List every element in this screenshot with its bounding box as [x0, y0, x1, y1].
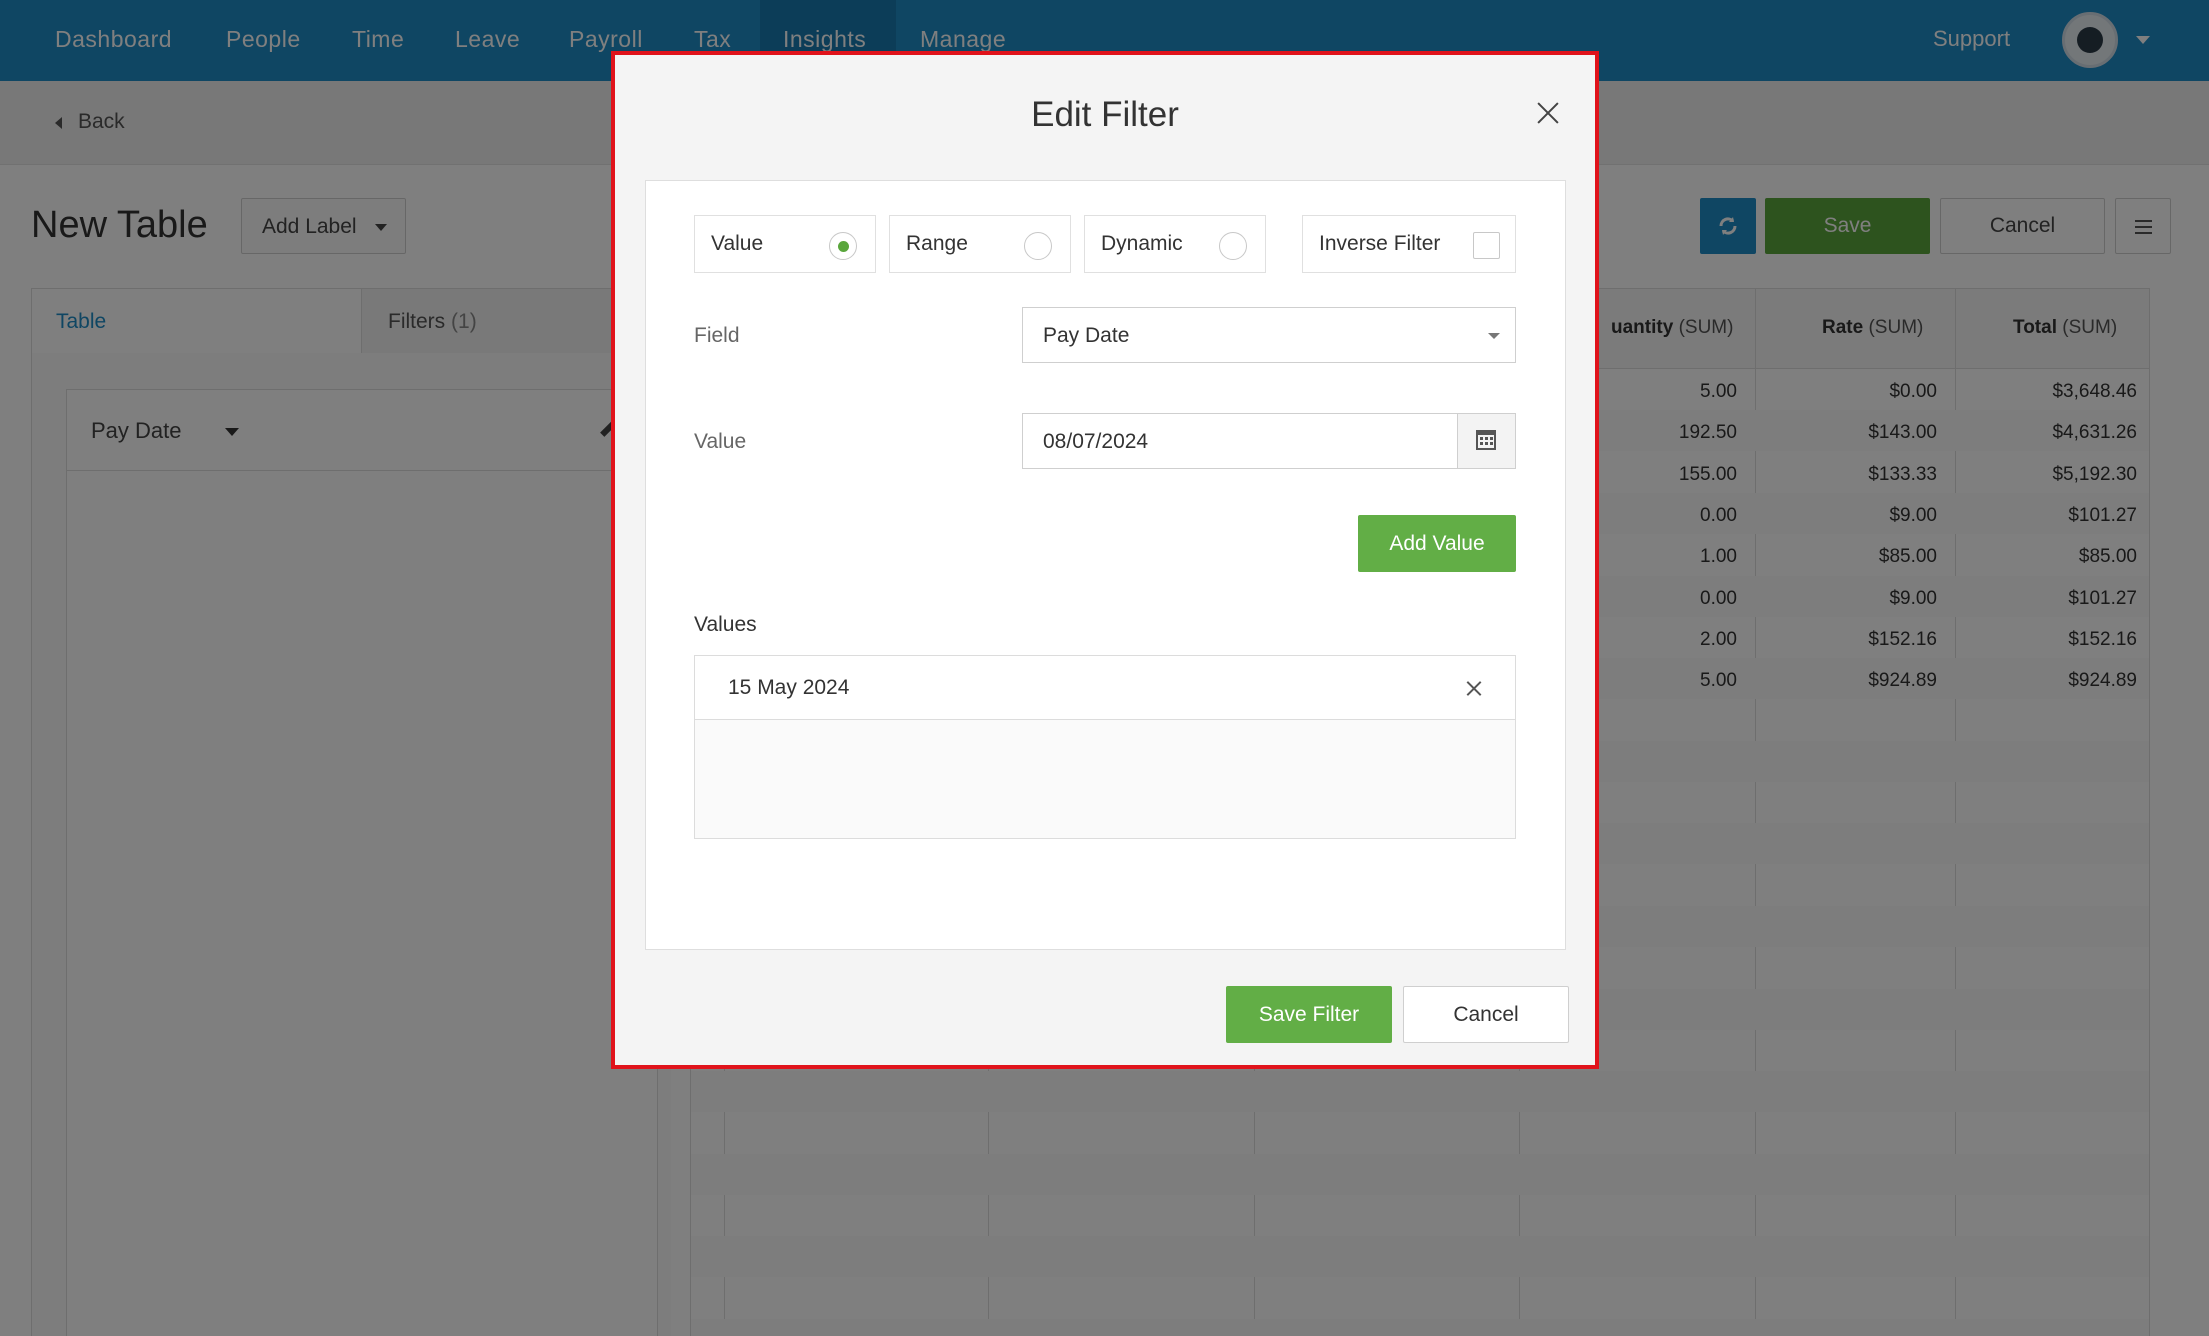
cancel-filter-button[interactable]: Cancel	[1403, 986, 1569, 1043]
remove-value-icon[interactable]	[1465, 680, 1483, 698]
value-date-text: 08/07/2024	[1043, 430, 1149, 453]
calendar-icon	[1476, 430, 1496, 450]
calendar-dot	[1490, 442, 1493, 445]
radio-value[interactable]	[829, 232, 857, 260]
modal-body: Value Range Dynamic Inverse Filter Field…	[645, 180, 1566, 950]
values-list: 15 May 2024	[694, 655, 1516, 839]
calendar-dot	[1485, 437, 1488, 440]
add-value-button[interactable]: Add Value	[1358, 515, 1516, 572]
modal-title: Edit Filter	[1031, 95, 1179, 134]
option-dynamic[interactable]: Dynamic	[1084, 215, 1266, 273]
value-item-text: 15 May 2024	[728, 676, 850, 699]
value-label: Value	[694, 430, 747, 453]
radio-dynamic[interactable]	[1219, 232, 1247, 260]
save-filter-button[interactable]: Save Filter	[1226, 986, 1392, 1043]
option-range-label: Range	[906, 232, 968, 255]
calendar-dot	[1480, 442, 1483, 445]
option-range[interactable]: Range	[889, 215, 1071, 273]
option-dynamic-label: Dynamic	[1101, 232, 1183, 255]
field-select[interactable]: Pay Date	[1022, 307, 1516, 363]
radio-range[interactable]	[1024, 232, 1052, 260]
option-inverse-filter[interactable]: Inverse Filter	[1302, 215, 1516, 273]
edit-filter-modal: Edit Filter Value Range Dynamic Inverse …	[611, 51, 1599, 1069]
option-value[interactable]: Value	[694, 215, 876, 273]
values-label: Values	[694, 613, 757, 636]
value-date-input[interactable]: 08/07/2024	[1022, 413, 1458, 469]
field-select-value: Pay Date	[1043, 324, 1130, 347]
calendar-dot	[1490, 437, 1493, 440]
inverse-filter-label: Inverse Filter	[1319, 232, 1441, 255]
inverse-filter-checkbox[interactable]	[1473, 232, 1500, 259]
list-item: 15 May 2024	[695, 656, 1515, 720]
close-icon[interactable]	[1533, 99, 1563, 129]
field-label: Field	[694, 324, 740, 347]
option-value-label: Value	[711, 232, 764, 255]
calendar-button[interactable]	[1457, 413, 1516, 469]
calendar-dot	[1485, 442, 1488, 445]
calendar-dot	[1480, 437, 1483, 440]
chevron-down-icon	[1488, 333, 1500, 339]
